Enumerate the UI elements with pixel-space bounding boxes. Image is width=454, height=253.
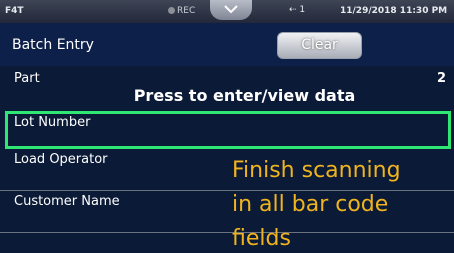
record-indicator: REC — [168, 6, 195, 16]
chevron-down-icon — [224, 5, 238, 14]
part-label: Part — [14, 71, 40, 86]
customer-name-label: Customer Name — [14, 194, 120, 209]
usb-status: ⇠ 1 — [289, 5, 305, 15]
row-lot-number[interactable]: Lot Number — [5, 111, 451, 149]
status-bar: F4T REC ⇠ 1 11/29/2018 11:30 PM — [0, 0, 454, 23]
date-time: 11/29/2018 11:30 PM — [340, 6, 448, 16]
usb-count: 1 — [299, 5, 306, 15]
annotation-line-3: fields — [232, 226, 291, 251]
record-dot-icon — [168, 7, 175, 14]
load-operator-label: Load Operator — [14, 152, 108, 167]
page-title: Batch Entry — [12, 37, 94, 53]
prompt-text: Press to enter/view data — [133, 86, 356, 105]
lot-number-label: Lot Number — [14, 115, 91, 130]
part-count: 2 — [436, 71, 446, 86]
page-header: Batch Entry Clear — [0, 23, 454, 66]
enter-data-prompt: Press to enter/view data — [0, 86, 454, 105]
annotation-line-1: Finish scanning — [232, 158, 401, 183]
clear-button[interactable]: Clear — [277, 32, 362, 59]
device-name: F4T — [5, 6, 24, 16]
instruction-annotation: Finish scanning in all bar code fields — [232, 154, 447, 253]
row-part[interactable]: Part 2 Press to enter/view data — [0, 66, 454, 107]
usb-icon: ⇠ — [289, 5, 297, 15]
record-label: REC — [177, 6, 196, 16]
annotation-line-2: in all bar code — [232, 192, 389, 217]
pulldown-tab[interactable] — [210, 0, 252, 20]
